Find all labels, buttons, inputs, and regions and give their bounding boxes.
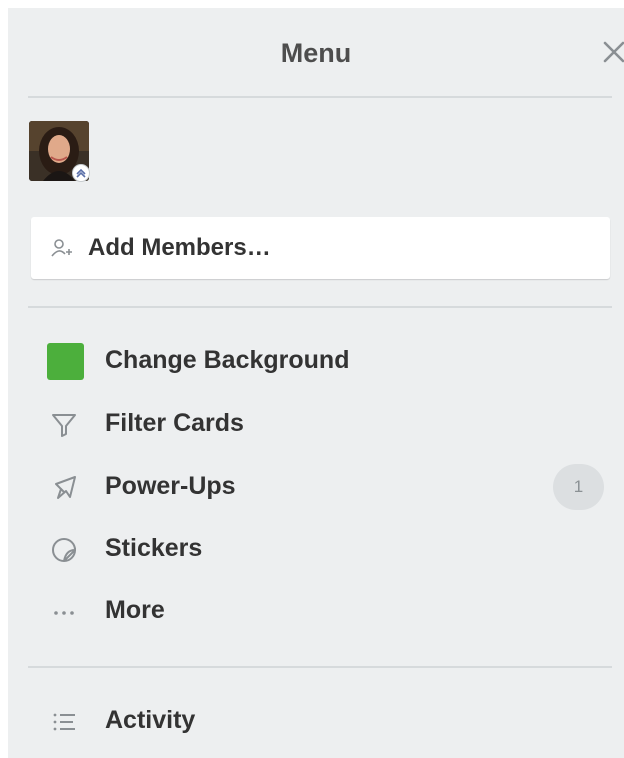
menu-item-power-ups[interactable]: Power-Ups 1	[28, 460, 612, 516]
header-divider	[28, 96, 612, 98]
add-person-icon	[50, 236, 74, 260]
menu-item-activity[interactable]: Activity	[28, 694, 612, 750]
menu-title: Menu	[280, 38, 352, 68]
add-members-label: Add Members…	[88, 234, 271, 261]
list-icon	[46, 704, 82, 740]
menu-item-label: Filter Cards	[105, 409, 244, 437]
menu-item-filter-cards[interactable]: Filter Cards	[28, 397, 612, 453]
members-divider	[28, 306, 612, 308]
menu-item-stickers[interactable]: Stickers	[28, 522, 612, 578]
menu-item-label: Stickers	[105, 534, 203, 562]
menu-item-label: Power-Ups	[105, 472, 236, 500]
menu-panel: Menu Add Members… Change Background Filt…	[8, 8, 624, 758]
close-icon[interactable]	[599, 38, 624, 68]
admin-chevrons-icon	[72, 164, 90, 182]
power-ups-count-badge: 1	[553, 464, 604, 510]
background-color-swatch	[47, 343, 84, 380]
sticker-icon	[46, 532, 82, 568]
menu-header: Menu	[8, 8, 624, 96]
menu-item-change-background[interactable]: Change Background	[28, 334, 612, 390]
menu-item-label: Change Background	[105, 346, 350, 374]
more-dots-icon	[46, 594, 82, 630]
activity-label: Activity	[105, 706, 196, 734]
menu-divider	[28, 666, 612, 668]
menu-item-label: More	[105, 596, 165, 624]
rocket-icon	[46, 470, 82, 506]
add-members-button[interactable]: Add Members…	[31, 217, 610, 279]
menu-item-more[interactable]: More	[28, 584, 612, 640]
filter-icon	[46, 407, 82, 443]
